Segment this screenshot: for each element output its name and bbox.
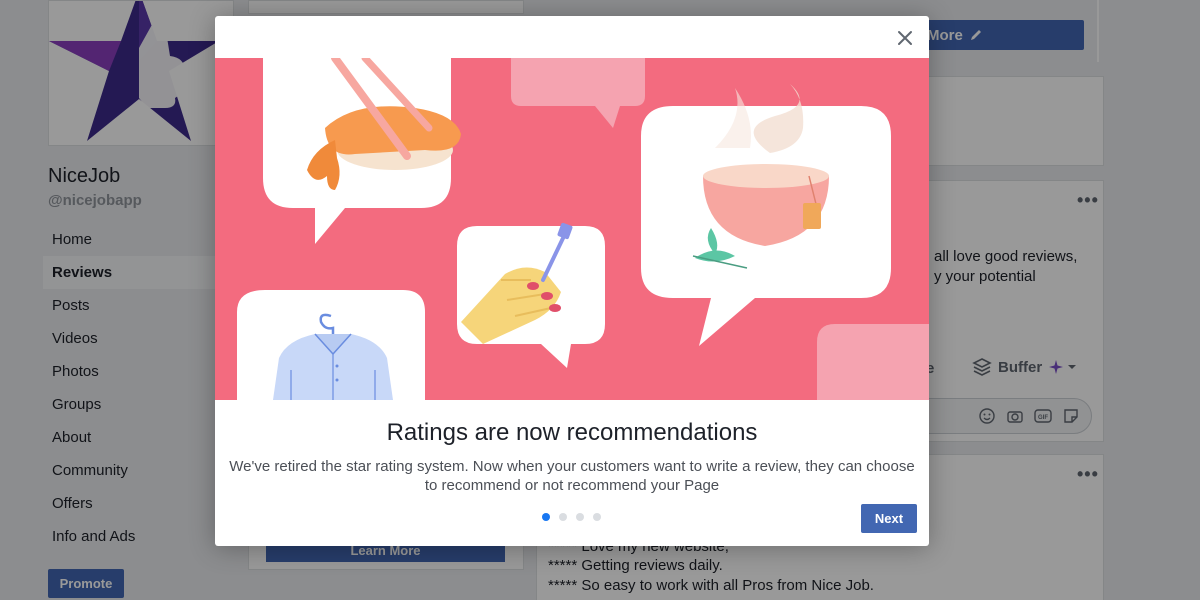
dialog-illustration [215,58,929,400]
shirt-illustration-icon [237,290,425,400]
pager-dot-2[interactable] [559,513,567,521]
dialog-title: Ratings are now recommendations [386,419,758,446]
pager-dot-4[interactable] [593,513,601,521]
carousel-pager [542,513,601,521]
pager-dot-3[interactable] [576,513,584,521]
next-button[interactable]: Next [861,504,917,533]
close-icon[interactable] [893,26,917,50]
dialog-description: We've retired the star rating system. No… [229,458,915,494]
pager-dot-1[interactable] [542,513,550,521]
recommendations-dialog: Ratings are now recommendations We've re… [215,16,929,546]
